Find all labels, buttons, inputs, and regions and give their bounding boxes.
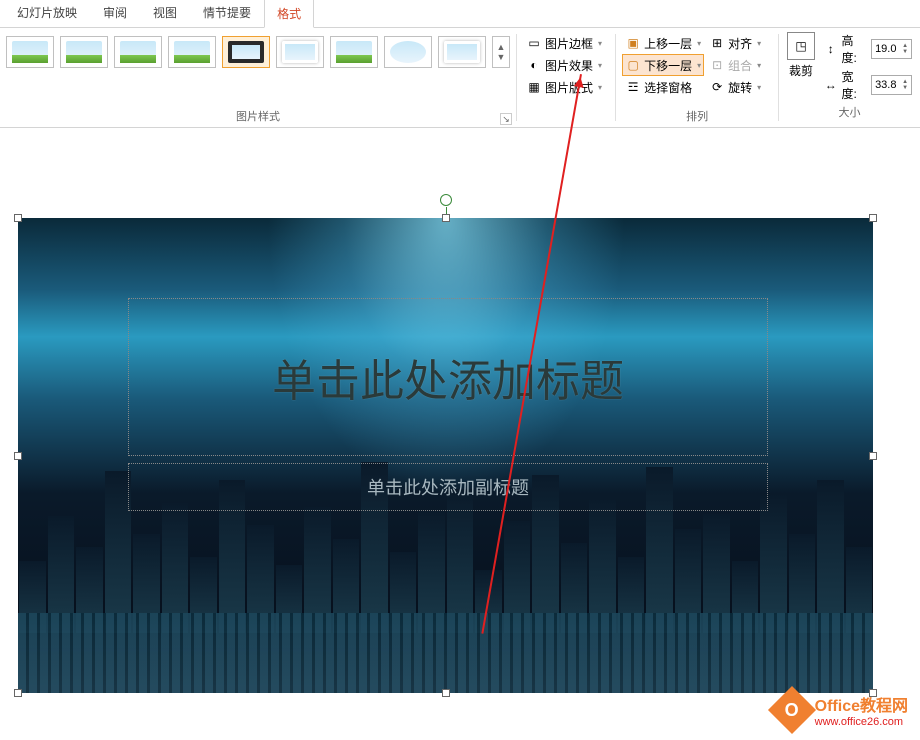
rotate-button[interactable]: ⟳ 旋转▾ [706,76,764,98]
tab-view[interactable]: 视图 [140,0,190,27]
send-backward-button[interactable]: ▢ 下移一层▾ [622,54,704,76]
ribbon-tabs: 幻灯片放映 审阅 视图 情节提要 格式 [0,0,920,28]
subtitle-placeholder[interactable]: 单击此处添加副标题 [128,463,768,511]
picture-styles-launcher[interactable]: ↘ [500,113,512,125]
picture-styles-more[interactable]: ▲▼ [492,36,510,68]
width-icon: ↔ [823,77,839,93]
width-control[interactable]: ↔ 宽度: 33.8▲▼ [823,68,912,102]
send-backward-icon: ▢ [625,57,641,73]
align-icon: ⊞ [709,35,725,51]
arrange-label: 排列 [616,108,778,127]
selection-icon: ☲ [625,79,641,95]
group-icon: ⊡ [709,57,725,73]
selection-pane-button[interactable]: ☲ 选择窗格 [622,76,704,98]
crop-button[interactable]: ◳ 裁剪 [787,32,815,102]
group-button[interactable]: ⊡ 组合▾ [706,54,764,76]
resize-handle-r[interactable] [869,452,877,460]
ribbon: ▲▼ 图片样式 ↘ ▭ 图片边框▾ ◐ 图片效果▾ ▦ 图片版式▾ [0,28,920,128]
crop-icon: ◳ [787,32,815,60]
size-label: 大小 [787,104,912,123]
rotate-icon: ⟳ [709,79,725,95]
picture-effects-button[interactable]: ◐ 图片效果▾ [523,54,609,76]
tab-slideshow[interactable]: 幻灯片放映 [4,0,90,27]
picture-style-2[interactable] [60,36,108,68]
picture-style-9[interactable] [438,36,486,68]
slide-canvas[interactable]: 单击此处添加标题 单击此处添加副标题 [0,128,920,693]
picture-styles-label: 图片样式 ↘ [0,108,516,127]
selected-image[interactable]: 单击此处添加标题 单击此处添加副标题 [18,218,873,693]
picture-style-4[interactable] [168,36,216,68]
tab-review[interactable]: 审阅 [90,0,140,27]
height-control[interactable]: ↕ 高度: 19.0▲▼ [823,32,912,66]
resize-handle-tr[interactable] [869,214,877,222]
border-icon: ▭ [526,35,542,51]
picture-style-7[interactable] [330,36,378,68]
picture-border-button[interactable]: ▭ 图片边框▾ [523,32,609,54]
title-placeholder[interactable]: 单击此处添加标题 [128,298,768,456]
picture-layout-button[interactable]: ▦ 图片版式▾ [523,76,609,98]
city-skyline-image: 单击此处添加标题 单击此处添加副标题 [18,218,873,693]
arrange-group: ▣ 上移一层▾ ▢ 下移一层▾ ☲ 选择窗格 ⊞ 对齐▾ ⊡ [616,28,778,127]
watermark-badge: O [768,686,816,734]
height-icon: ↕ [823,41,839,57]
rotate-handle[interactable] [440,194,452,206]
picture-style-3[interactable] [114,36,162,68]
picture-style-6[interactable] [276,36,324,68]
picture-style-8[interactable] [384,36,432,68]
layout-icon: ▦ [526,79,542,95]
size-group: ◳ 裁剪 ↕ 高度: 19.0▲▼ ↔ 宽度: 33.8▲▼ 大小 [779,28,920,127]
resize-handle-t[interactable] [442,214,450,222]
bring-forward-button[interactable]: ▣ 上移一层▾ [622,32,704,54]
picture-adjust-group: ▭ 图片边框▾ ◐ 图片效果▾ ▦ 图片版式▾ [517,28,615,127]
watermark: O Office教程网 www.office26.com [775,692,908,728]
picture-style-5[interactable] [222,36,270,68]
picture-style-1[interactable] [6,36,54,68]
resize-handle-tl[interactable] [14,214,22,222]
effects-icon: ◐ [526,57,542,73]
resize-handle-l[interactable] [14,452,22,460]
bring-forward-icon: ▣ [625,35,641,51]
tab-outline[interactable]: 情节提要 [190,0,264,27]
resize-handle-bl[interactable] [14,689,22,697]
resize-handle-b[interactable] [442,689,450,697]
tab-format[interactable]: 格式 [264,0,314,28]
align-button[interactable]: ⊞ 对齐▾ [706,32,764,54]
picture-styles-group: ▲▼ 图片样式 ↘ [0,28,516,127]
